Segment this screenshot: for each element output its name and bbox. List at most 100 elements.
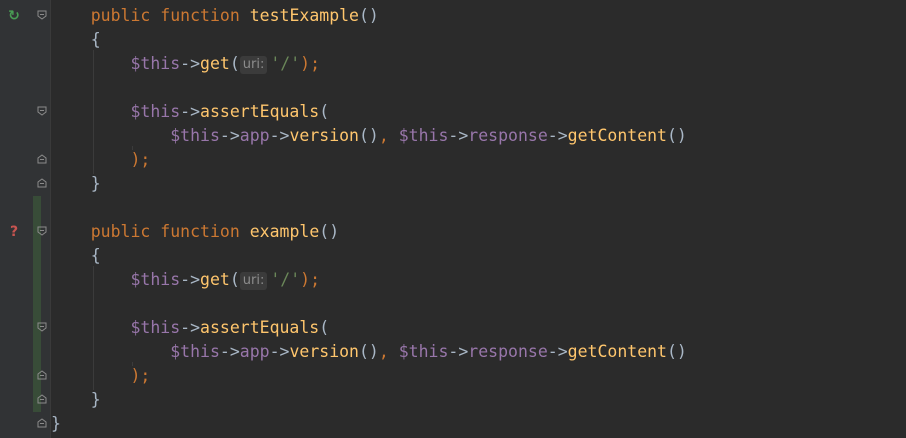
code-text[interactable]: $this->app->version(), $this->response->…	[51, 124, 687, 148]
gutter-cell[interactable]	[0, 364, 50, 388]
code-token: example	[249, 222, 320, 241]
code-token: testExample	[249, 6, 359, 25]
code-token: assertEquals	[200, 102, 320, 121]
run-test-icon[interactable]: ↻	[5, 7, 23, 25]
fold-end-icon[interactable]	[37, 394, 47, 404]
code-token: );	[130, 150, 151, 169]
code-text[interactable]: $this->get(uri: '/');	[51, 268, 320, 292]
code-token: get	[200, 54, 230, 73]
code-token: ->	[547, 126, 568, 145]
gutter-cell[interactable]	[0, 172, 50, 196]
code-token: function	[160, 6, 240, 25]
gutter-cell[interactable]	[0, 76, 50, 100]
code-editor[interactable]: ↻ public function testExample() { $this-…	[0, 0, 906, 438]
code-line[interactable]: $this->get(uri: '/');	[0, 268, 906, 292]
gutter-cell[interactable]	[0, 388, 50, 412]
code-token: {	[51, 246, 101, 265]
code-text[interactable]: $this->assertEquals(	[51, 100, 329, 124]
gutter-cell[interactable]	[0, 28, 50, 52]
gutter-cell[interactable]	[0, 124, 50, 148]
code-line[interactable]: );	[0, 364, 906, 388]
code-line[interactable]: }	[0, 172, 906, 196]
fold-end-icon[interactable]	[37, 178, 47, 188]
code-line[interactable]: $this->app->version(), $this->response->…	[0, 340, 906, 364]
code-text[interactable]: {	[51, 244, 101, 268]
code-token: }	[51, 174, 101, 193]
code-text[interactable]: {	[51, 28, 101, 52]
parameter-hint: uri:	[239, 56, 268, 74]
code-line[interactable]	[0, 292, 906, 316]
gutter-cell[interactable]	[0, 412, 50, 436]
code-line[interactable]: {	[0, 244, 906, 268]
gutter-cell[interactable]	[0, 52, 50, 76]
code-token: }	[51, 390, 101, 409]
fold-collapse-icon[interactable]	[37, 322, 47, 332]
gutter-cell[interactable]: ?	[0, 220, 50, 244]
code-line[interactable]	[0, 76, 906, 100]
code-token: ->	[448, 126, 469, 145]
code-line[interactable]: ? public function example()	[0, 220, 906, 244]
code-line[interactable]: }	[0, 412, 906, 436]
code-token: get	[200, 270, 230, 289]
code-line[interactable]: {	[0, 28, 906, 52]
fold-collapse-icon[interactable]	[37, 106, 47, 116]
code-line[interactable]: $this->app->version(), $this->response->…	[0, 124, 906, 148]
gutter-cell[interactable]: ↻	[0, 4, 50, 28]
fold-end-icon[interactable]	[37, 370, 47, 380]
gutter-cell[interactable]	[0, 100, 50, 124]
code-token: version	[289, 342, 359, 361]
vcs-change-marker[interactable]	[33, 196, 41, 220]
code-text[interactable]: $this->get(uri: '/');	[51, 52, 320, 76]
code-token: $this	[130, 270, 181, 289]
code-token: assertEquals	[200, 318, 320, 337]
code-text[interactable]: $this->assertEquals(	[51, 316, 329, 340]
vcs-change-marker[interactable]	[33, 244, 41, 268]
gutter-cell[interactable]	[0, 292, 50, 316]
code-token: public	[90, 222, 151, 241]
code-token: ->	[269, 126, 290, 145]
code-text[interactable]: }	[51, 172, 101, 196]
question-icon[interactable]: ?	[5, 223, 23, 241]
code-line[interactable]: ↻ public function testExample()	[0, 4, 906, 28]
fold-end-icon[interactable]	[37, 154, 47, 164]
vcs-change-marker[interactable]	[33, 292, 41, 316]
code-text[interactable]: public function example()	[51, 220, 339, 244]
gutter-cell[interactable]	[0, 148, 50, 172]
code-text[interactable]: );	[51, 364, 150, 388]
code-token: ->	[180, 318, 201, 337]
code-token: $this	[170, 342, 220, 361]
vcs-change-marker[interactable]	[33, 340, 41, 364]
vcs-change-marker[interactable]	[33, 268, 41, 292]
code-text[interactable]: public function testExample()	[51, 4, 379, 28]
code-text[interactable]: }	[51, 388, 101, 412]
code-token: ->	[180, 102, 201, 121]
code-line[interactable]: $this->get(uri: '/');	[0, 52, 906, 76]
code-text[interactable]: }	[51, 412, 61, 436]
code-token: ()	[359, 6, 379, 25]
code-token: public	[90, 6, 151, 25]
fold-end-icon[interactable]	[37, 418, 47, 428]
gutter-cell[interactable]	[0, 268, 50, 292]
code-line[interactable]: $this->assertEquals(	[0, 316, 906, 340]
gutter-cell[interactable]	[0, 196, 50, 220]
code-token: ,	[378, 342, 399, 361]
fold-collapse-icon[interactable]	[37, 10, 47, 20]
code-line[interactable]: );	[0, 148, 906, 172]
gutter-cell[interactable]	[0, 316, 50, 340]
code-text[interactable]: );	[51, 148, 150, 172]
code-token: '/'	[270, 54, 301, 73]
code-line[interactable]: $this->assertEquals(	[0, 100, 906, 124]
fold-collapse-icon[interactable]	[37, 226, 47, 236]
code-text[interactable]: $this->app->version(), $this->response->…	[51, 340, 687, 364]
gutter-cell[interactable]	[0, 340, 50, 364]
code-line[interactable]: }	[0, 388, 906, 412]
code-line[interactable]	[0, 196, 906, 220]
gutter-cell[interactable]	[0, 244, 50, 268]
